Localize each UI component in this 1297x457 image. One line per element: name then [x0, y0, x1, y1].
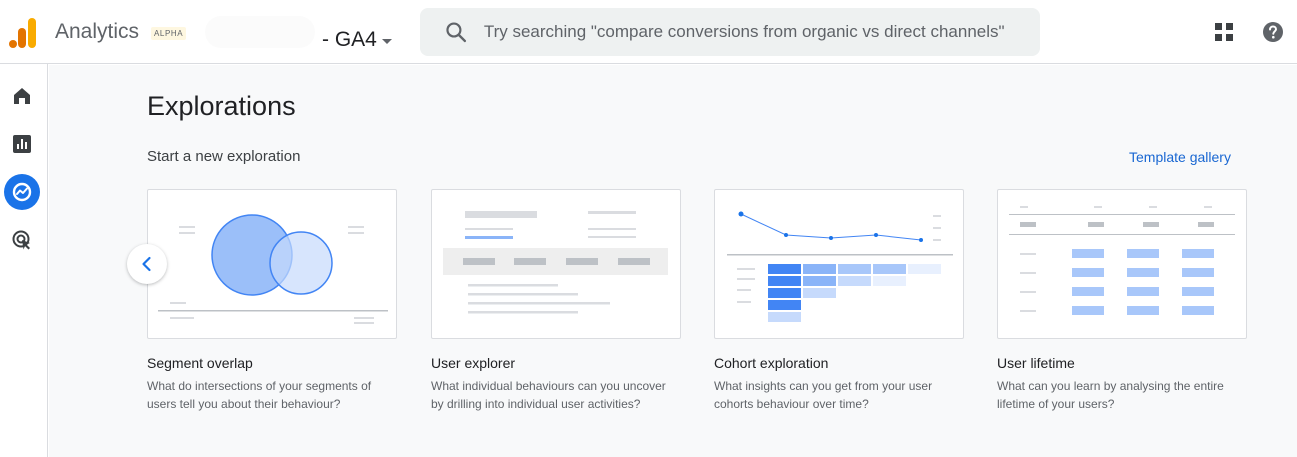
alpha-badge: ALPHA	[151, 27, 187, 40]
search-input[interactable]	[483, 22, 1040, 42]
card-title: Cohort exploration	[714, 355, 829, 371]
search-bar[interactable]	[420, 8, 1040, 56]
property-name: - GA4	[322, 28, 377, 51]
home-icon	[14, 88, 30, 104]
card-description: What individual behaviours can you uncov…	[431, 379, 666, 411]
segment-overlap-card[interactable]	[147, 189, 397, 339]
property-selector[interactable]: - GA4	[322, 28, 392, 52]
cohort-exploration-card[interactable]	[714, 189, 964, 339]
left-nav	[0, 64, 48, 457]
card-description: What insights can you get from your user…	[714, 379, 933, 411]
caret-down-icon	[381, 38, 392, 44]
top-bar: Analytics ALPHA - GA4	[0, 0, 1297, 64]
nav-home[interactable]	[4, 78, 40, 114]
card-title: User explorer	[431, 355, 516, 371]
template-gallery-link[interactable]: Template gallery	[1129, 149, 1231, 165]
analytics-logo-icon[interactable]	[9, 18, 37, 48]
main-content: Explorations Start a new exploration Tem…	[49, 65, 1297, 457]
explore-icon	[12, 182, 32, 202]
reports-icon	[13, 135, 31, 153]
card-title: Segment overlap	[147, 355, 253, 371]
nav-advertising[interactable]	[4, 222, 40, 258]
nav-reports[interactable]	[4, 126, 40, 162]
user-explorer-card[interactable]	[431, 189, 681, 339]
app-name[interactable]: Analytics	[55, 20, 139, 44]
apps-grid-icon[interactable]	[1214, 22, 1234, 42]
user-lifetime-card[interactable]	[997, 189, 1247, 339]
section-title: Start a new exploration	[147, 148, 301, 165]
carousel-prev-button[interactable]	[127, 244, 167, 284]
advertising-icon	[12, 230, 30, 250]
user-explorer-illustration	[443, 211, 668, 314]
cohort-exploration-illustration	[727, 211, 953, 322]
account-name-redacted	[205, 16, 315, 48]
card-description: What do intersections of your segments o…	[147, 379, 372, 411]
help-icon[interactable]	[1262, 21, 1284, 43]
search-icon	[446, 22, 467, 43]
card-description: What can you learn by analysing the enti…	[997, 379, 1224, 411]
user-lifetime-illustration	[1009, 206, 1235, 315]
chevron-left-icon	[142, 256, 151, 272]
nav-explore[interactable]	[4, 174, 40, 210]
segment-overlap-illustration	[158, 214, 388, 324]
page-title: Explorations	[147, 91, 296, 121]
card-title: User lifetime	[997, 355, 1075, 371]
